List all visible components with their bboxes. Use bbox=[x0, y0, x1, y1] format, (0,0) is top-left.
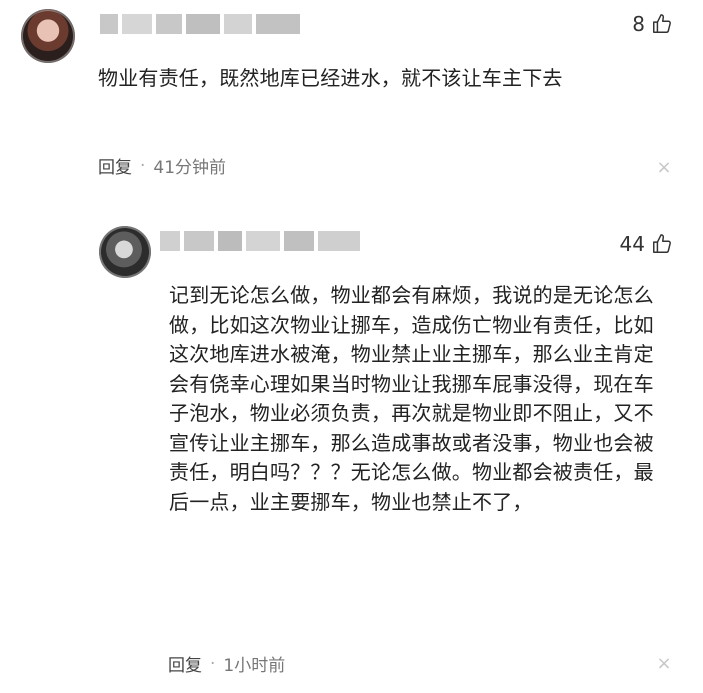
like-button[interactable]: 8 bbox=[632, 12, 673, 36]
like-count: 44 bbox=[619, 232, 645, 256]
thumbs-up-icon bbox=[651, 13, 673, 35]
like-count: 8 bbox=[632, 12, 645, 36]
like-button[interactable]: 44 bbox=[620, 232, 673, 256]
thumbs-up-icon bbox=[651, 233, 673, 255]
separator-dot: · bbox=[210, 653, 216, 674]
reply-button[interactable]: 回复 bbox=[98, 153, 132, 178]
comment-meta: 回复 · 1小时前 bbox=[168, 651, 286, 677]
timestamp: 41分钟前 bbox=[153, 158, 227, 178]
redacted-username bbox=[160, 231, 360, 251]
comment-text: 记到无论怎么做，物业都会有麻烦，我说的是无论怎么做，比如这次物业让挪车，造成伤亡… bbox=[169, 283, 654, 514]
redacted-username bbox=[100, 14, 300, 34]
avatar[interactable] bbox=[99, 226, 151, 278]
avatar[interactable] bbox=[21, 9, 75, 63]
comment-text: 物业有责任，既然地库已经进水，就不该让车主下去 bbox=[98, 66, 563, 90]
close-icon[interactable]: × bbox=[656, 159, 672, 177]
reply-button[interactable]: 回复 bbox=[168, 651, 202, 676]
close-icon[interactable]: × bbox=[656, 655, 672, 673]
separator-dot: · bbox=[140, 155, 146, 176]
timestamp: 1小时前 bbox=[223, 656, 286, 676]
comment-meta: 回复 · 41分钟前 bbox=[98, 153, 227, 179]
